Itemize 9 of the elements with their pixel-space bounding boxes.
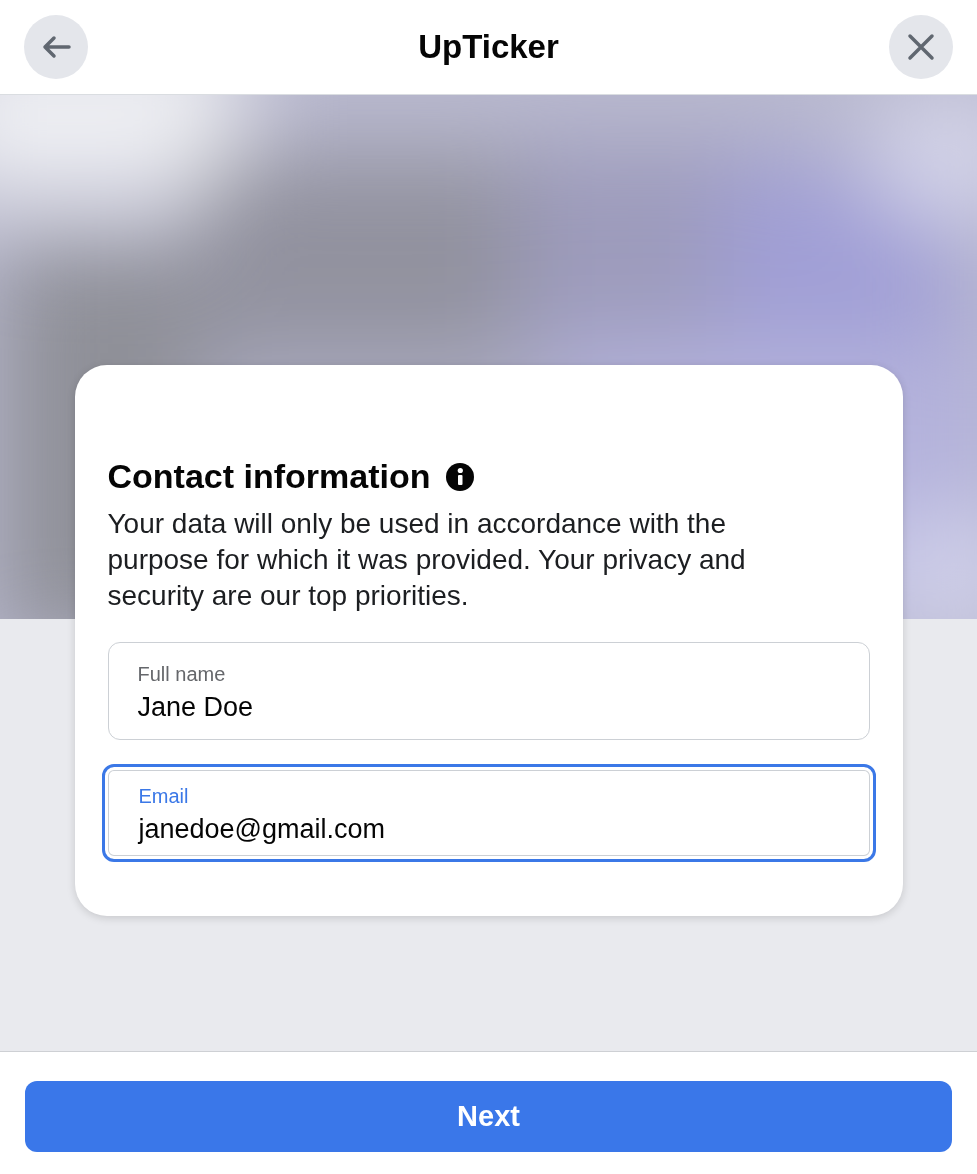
card-title: Contact information [107, 457, 431, 496]
card-description: Your data will only be used in accordance with the purpose for which it was provided. Your privacy and security are our top priorities. [107, 507, 747, 613]
back-arrow-icon [41, 35, 71, 59]
next-button[interactable]: Next [25, 1081, 952, 1152]
close-icon [907, 33, 935, 61]
info-icon[interactable] [446, 462, 475, 491]
text-field[interactable]: Full name Jane Doe [107, 642, 870, 740]
text-field[interactable]: Email janedoe@gmail.com [101, 764, 876, 862]
app-title: UpTicker [418, 28, 559, 66]
